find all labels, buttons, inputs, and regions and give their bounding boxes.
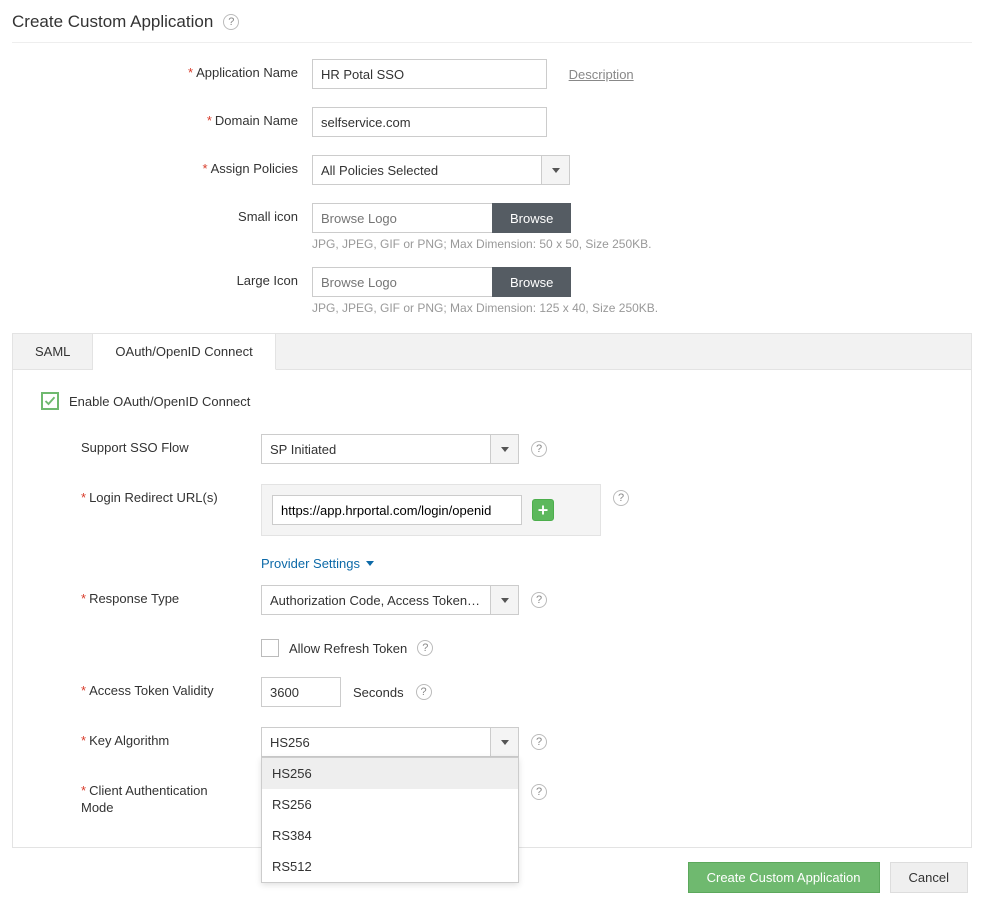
allow-refresh-checkbox[interactable] <box>261 639 279 657</box>
enable-oauth-checkbox[interactable] <box>41 392 59 410</box>
assign-policies-select[interactable]: All Policies Selected <box>312 155 570 185</box>
add-redirect-button[interactable] <box>532 499 554 521</box>
small-icon-file-input[interactable] <box>312 203 492 233</box>
help-icon[interactable]: ? <box>417 640 433 656</box>
redirect-url-label: *Login Redirect URL(s) <box>81 484 261 505</box>
large-icon-file-input[interactable] <box>312 267 492 297</box>
tab-oauth[interactable]: OAuth/OpenID Connect <box>93 334 275 370</box>
sso-flow-label: Support SSO Flow <box>81 434 261 455</box>
page-header: Create Custom Application ? <box>12 12 972 43</box>
chevron-down-icon <box>541 156 569 184</box>
cancel-button[interactable]: Cancel <box>890 862 968 893</box>
response-type-select[interactable]: Authorization Code, Access Token, ID Tok… <box>261 585 519 615</box>
domain-name-label: *Domain Name <box>172 107 312 128</box>
response-type-value: Authorization Code, Access Token, ID Tok… <box>262 593 490 608</box>
large-icon-browse-button[interactable]: Browse <box>492 267 571 297</box>
check-icon <box>44 395 56 407</box>
key-algorithm-dropdown: HS256 RS256 RS384 RS512 <box>261 757 519 883</box>
help-icon[interactable]: ? <box>223 14 239 30</box>
access-token-validity-input[interactable] <box>261 677 341 707</box>
chevron-down-icon <box>490 586 518 614</box>
caret-down-icon <box>366 561 374 566</box>
domain-name-input[interactable] <box>312 107 547 137</box>
page-title: Create Custom Application <box>12 12 213 32</box>
help-icon[interactable]: ? <box>531 784 547 800</box>
redirect-url-box <box>261 484 601 536</box>
help-icon[interactable]: ? <box>416 684 432 700</box>
sso-flow-select[interactable]: SP Initiated <box>261 434 519 464</box>
key-algorithm-option[interactable]: RS384 <box>262 820 518 851</box>
application-name-label: *Application Name <box>172 59 312 80</box>
plus-icon <box>537 504 549 516</box>
key-algorithm-option[interactable]: RS512 <box>262 851 518 882</box>
tabs-bar: SAML OAuth/OpenID Connect <box>13 334 971 370</box>
assign-policies-value: All Policies Selected <box>313 163 541 178</box>
key-algorithm-option[interactable]: RS256 <box>262 789 518 820</box>
chevron-down-icon <box>490 435 518 463</box>
sso-flow-value: SP Initiated <box>262 442 490 457</box>
help-icon[interactable]: ? <box>613 490 629 506</box>
help-icon[interactable]: ? <box>531 441 547 457</box>
small-icon-label: Small icon <box>172 203 312 224</box>
allow-refresh-label: Allow Refresh Token <box>289 641 407 656</box>
assign-policies-label: *Assign Policies <box>172 155 312 176</box>
help-icon[interactable]: ? <box>531 734 547 750</box>
redirect-url-input[interactable] <box>272 495 522 525</box>
large-icon-hint: JPG, JPEG, GIF or PNG; Max Dimension: 12… <box>312 301 972 315</box>
key-algorithm-value: HS256 <box>262 735 490 750</box>
response-type-label: *Response Type <box>81 585 261 606</box>
tabs-container: SAML OAuth/OpenID Connect Enable OAuth/O… <box>12 333 972 848</box>
small-icon-hint: JPG, JPEG, GIF or PNG; Max Dimension: 50… <box>312 237 972 251</box>
client-auth-mode-label: *Client Authentication Mode <box>81 777 261 817</box>
key-algorithm-select[interactable]: HS256 <box>261 727 519 757</box>
help-icon[interactable]: ? <box>531 592 547 608</box>
chevron-down-icon <box>490 728 518 756</box>
small-icon-browse-button[interactable]: Browse <box>492 203 571 233</box>
description-link[interactable]: Description <box>569 67 634 82</box>
tab-saml[interactable]: SAML <box>13 334 93 369</box>
key-algorithm-option[interactable]: HS256 <box>262 758 518 789</box>
application-form: *Application Name Description *Domain Na… <box>12 59 972 315</box>
enable-oauth-label: Enable OAuth/OpenID Connect <box>69 394 250 409</box>
tab-body-oauth: Enable OAuth/OpenID Connect Support SSO … <box>13 370 971 847</box>
key-algorithm-label: *Key Algorithm <box>81 727 261 748</box>
seconds-label: Seconds <box>353 685 404 700</box>
access-token-validity-label: *Access Token Validity <box>81 677 261 698</box>
large-icon-label: Large Icon <box>172 267 312 288</box>
create-button[interactable]: Create Custom Application <box>688 862 880 893</box>
application-name-input[interactable] <box>312 59 547 89</box>
provider-settings-toggle[interactable]: Provider Settings <box>261 556 374 571</box>
